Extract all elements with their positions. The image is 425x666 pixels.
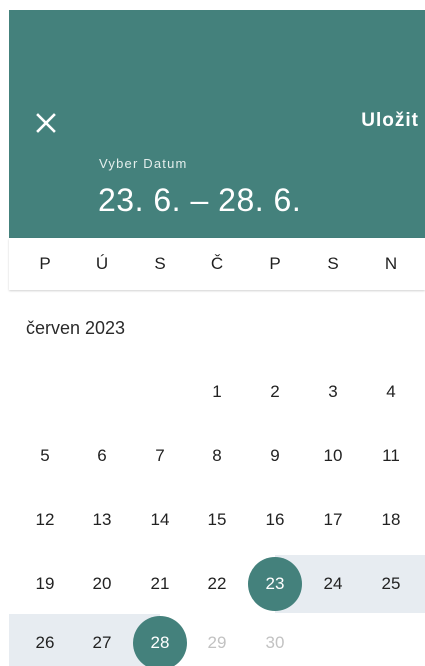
day-cell[interactable]: 14 (133, 493, 187, 547)
day-cell[interactable]: 5 (18, 429, 72, 483)
day-cell[interactable]: 6 (75, 429, 129, 483)
save-button[interactable]: Uložit (361, 110, 419, 132)
day-range-end[interactable]: 28 (133, 616, 187, 666)
day-cell[interactable]: 25 (364, 557, 418, 611)
day-cell[interactable]: 3 (306, 365, 360, 419)
day-cell[interactable]: 12 (18, 493, 72, 547)
day-cell[interactable]: 21 (133, 557, 187, 611)
day-cell[interactable]: 27 (75, 616, 129, 666)
day-cell[interactable]: 2 (248, 365, 302, 419)
day-cell[interactable]: 20 (75, 557, 129, 611)
day-cell[interactable]: 22 (190, 557, 244, 611)
day-cell: 30 (265, 633, 285, 652)
day-cell[interactable]: 9 (248, 429, 302, 483)
selected-range: 23. 6. – 28. 6. (98, 182, 302, 218)
day-cell[interactable]: 10 (306, 429, 360, 483)
picker-header: Uložit Vyber Datum 23. 6. – 28. 6. (9, 10, 425, 238)
day-cell[interactable]: 18 (364, 493, 418, 547)
weekday-label: Č (210, 254, 224, 273)
day-cell[interactable]: 17 (306, 493, 360, 547)
close-button[interactable] (31, 108, 61, 138)
day-cell[interactable]: 1 (190, 365, 244, 419)
weekday-header: PÚSČPSN (9, 238, 425, 290)
weekday-label: Ú (95, 254, 109, 273)
day-cell: 29 (207, 633, 227, 652)
month-title: červen 2023 (26, 318, 126, 338)
date-range-picker: Uložit Vyber Datum 23. 6. – 28. 6. P Ú S Č P… (0, 0, 425, 666)
close-icon (36, 113, 56, 133)
weekday-label: S (154, 254, 166, 273)
day-cell[interactable]: 16 (248, 493, 302, 547)
day-cell[interactable]: 24 (306, 557, 360, 611)
day-range-start[interactable]: 23 (248, 557, 302, 611)
day-cell[interactable]: 26 (18, 616, 72, 666)
day-cell[interactable]: 11 (364, 429, 418, 483)
day-cell[interactable]: 4 (364, 365, 418, 419)
weekday-label: S (327, 254, 339, 273)
weekday-label: N (384, 254, 398, 273)
header-label: Vyber Datum (99, 156, 188, 171)
day-cell[interactable]: 7 (133, 429, 187, 483)
day-cell[interactable]: 13 (75, 493, 129, 547)
day-cell[interactable]: 19 (18, 557, 72, 611)
weekday-label: P (269, 254, 281, 273)
day-cell[interactable]: 15 (190, 493, 244, 547)
day-cell[interactable]: 8 (190, 429, 244, 483)
weekday-label: P (39, 254, 51, 273)
